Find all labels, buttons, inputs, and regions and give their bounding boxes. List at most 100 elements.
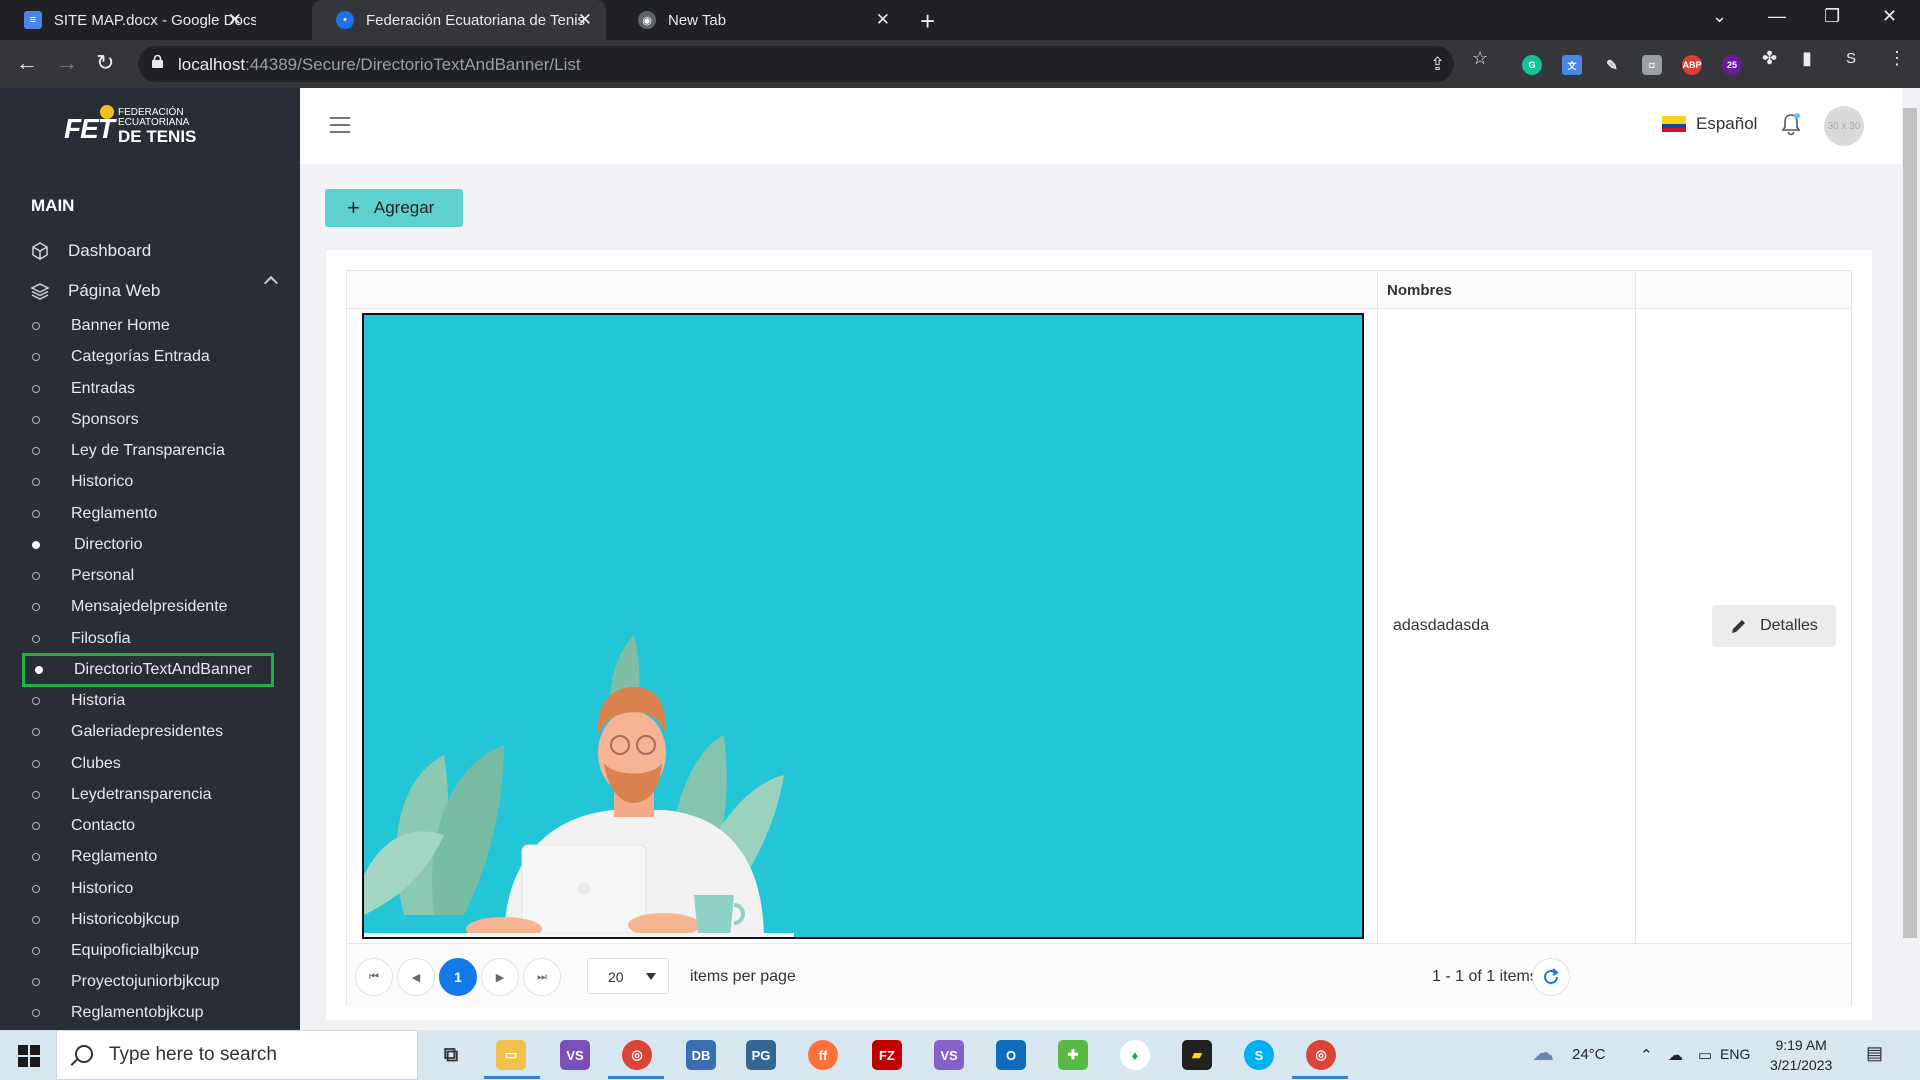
weather-temp[interactable]: 24°C — [1572, 1046, 1606, 1063]
next-page-icon[interactable]: ▶ — [481, 958, 519, 996]
notification-bell-icon[interactable] — [1780, 112, 1802, 136]
forward-icon[interactable]: → — [56, 50, 78, 76]
hamburger-menu-icon[interactable] — [330, 117, 350, 138]
tab-new-tab[interactable]: ◉ New Tab ✕ — [614, 0, 904, 40]
sidebar-subitem[interactable]: Entradas — [32, 377, 135, 401]
address-bar[interactable]: localhost:44389/Secure/DirectorioTextAnd… — [138, 46, 1454, 82]
camera-icon[interactable]: ◘ — [1642, 55, 1662, 75]
extension-badge-icon[interactable]: 25 — [1722, 55, 1742, 75]
sidebar-item-dashboard[interactable]: Dashboard — [30, 238, 151, 264]
sidebar-subitem[interactable]: Filosofia — [32, 627, 131, 651]
file-explorer-icon[interactable]: ▭ — [496, 1040, 526, 1070]
skype-icon[interactable]: S — [1244, 1040, 1274, 1070]
mongodb-icon[interactable]: ♦ — [1120, 1040, 1150, 1070]
sidebar-subitem[interactable]: Banner Home — [32, 314, 170, 338]
bookmark-star-icon[interactable]: ☆ — [1472, 48, 1488, 69]
more-menu-icon[interactable]: ⋮ — [1888, 48, 1906, 69]
tray-chevron-up-icon[interactable]: ⌃ — [1640, 1046, 1653, 1064]
user-avatar[interactable]: 30 x 30 — [1824, 106, 1864, 146]
visual-studio-2-icon[interactable]: VS — [934, 1040, 964, 1070]
sticky-notes-icon[interactable]: ▰ — [1182, 1040, 1212, 1070]
first-page-icon[interactable]: ⏮ — [355, 958, 393, 996]
sidebar-subitem[interactable]: Reglamentobjkcup — [32, 1001, 204, 1025]
sidebar-subitem[interactable]: Historia — [32, 689, 125, 713]
network-icon[interactable]: ▭ — [1698, 1046, 1712, 1064]
refresh-button[interactable] — [1532, 958, 1570, 996]
close-tab-icon[interactable]: ✕ — [876, 10, 890, 30]
restore-icon[interactable]: ❐ — [1824, 6, 1840, 27]
sidebar-subitem[interactable]: Historico — [32, 877, 133, 901]
grammarly-icon[interactable]: G — [1522, 55, 1542, 75]
reload-icon[interactable]: ↻ — [96, 50, 114, 76]
prev-page-icon[interactable]: ◀ — [397, 958, 435, 996]
sidebar-item-pagina-web[interactable]: Página Web — [30, 278, 160, 304]
chrome-profile-icon[interactable]: ◎ — [1306, 1040, 1336, 1070]
sidebar-subitem[interactable]: Proyectojuniorbjkcup — [32, 970, 220, 994]
sidebar-subitem[interactable]: Clubes — [32, 752, 121, 776]
clock[interactable]: 9:19 AM 3/21/2023 — [1770, 1035, 1832, 1075]
page-number-button[interactable]: 1 — [439, 958, 477, 996]
sidebar-subitem[interactable]: Ley de Transparencia — [32, 439, 225, 463]
sidebar-subitem[interactable]: Categorías Entrada — [32, 345, 210, 369]
bullet-icon — [32, 728, 40, 736]
tab-federacion[interactable]: • Federación Ecuatoriana de Tenis ✕ — [312, 0, 606, 40]
bullet-icon — [32, 947, 40, 955]
input-language[interactable]: ENG — [1720, 1046, 1750, 1062]
sidebar-subitem[interactable]: Reglamento — [32, 502, 157, 526]
sidebar-subitem[interactable]: Personal — [32, 564, 134, 588]
sidebar-subitem[interactable]: Reglamento — [32, 845, 157, 869]
filezilla-icon[interactable]: FZ — [872, 1040, 902, 1070]
close-tab-icon[interactable]: ✕ — [228, 10, 242, 30]
chrome-taskbar-icon[interactable]: ◎ — [622, 1040, 652, 1070]
notifications-icon[interactable]: ▤ — [1866, 1043, 1883, 1064]
last-page-icon[interactable]: ⏭ — [523, 958, 561, 996]
sidebar-subitem-directorio[interactable]: Directorio — [32, 533, 142, 557]
eyedropper-icon[interactable]: ✎ — [1602, 55, 1622, 75]
detalles-button[interactable]: Detalles — [1712, 605, 1836, 647]
task-view-icon[interactable]: ⧉ — [436, 1040, 466, 1070]
dev-tool-icon[interactable]: ✚ — [1058, 1040, 1088, 1070]
close-window-icon[interactable]: ✕ — [1882, 6, 1897, 27]
sidebar-subitem[interactable]: Contacto — [32, 814, 135, 838]
add-button[interactable]: + Agregar — [325, 189, 463, 227]
puzzle-extensions-icon[interactable]: ✤ — [1762, 48, 1777, 69]
subitem-label: Filosofia — [71, 630, 131, 647]
tab-search-icon[interactable]: ⌄ — [1712, 6, 1727, 27]
fet-logo[interactable]: FET FEDERACIÓN ECUATORIANA DE TENIS — [64, 103, 204, 147]
language-selector[interactable]: Español — [1662, 114, 1757, 134]
onedrive-icon[interactable]: ☁ — [1668, 1046, 1683, 1064]
minimize-icon[interactable]: — — [1768, 6, 1786, 27]
windows-start-icon[interactable] — [18, 1045, 40, 1067]
firefox-icon[interactable]: ff — [808, 1040, 838, 1070]
close-tab-icon[interactable]: ✕ — [578, 10, 592, 30]
grid-card: Nombres adasdadasda Detalles ⏮ ◀ 1 ▶ ⏭ 2… — [326, 250, 1872, 1020]
bullet-filled-icon — [32, 541, 40, 549]
page-scrollbar[interactable] — [1903, 108, 1917, 938]
column-header-nombres[interactable]: Nombres — [1387, 282, 1452, 299]
sidebar-subitem[interactable]: Sponsors — [32, 408, 139, 432]
sidebar-subitem[interactable]: Historicobjkcup — [32, 908, 179, 932]
sidebar-subitem[interactable]: Galeriadepresidentes — [32, 720, 223, 744]
sidebar-subitem[interactable]: Mensajedelpresidente — [32, 595, 228, 619]
sidebar-subitem[interactable]: Leydetransparencia — [32, 783, 212, 807]
sidebar-subitem[interactable]: Historico — [32, 470, 133, 494]
page-size-select[interactable]: 20 — [587, 958, 669, 994]
taskbar-search[interactable]: Type here to search — [56, 1030, 418, 1080]
postgres-icon[interactable]: PG — [746, 1040, 776, 1070]
sql-server-icon[interactable]: DB — [686, 1040, 716, 1070]
outlook-icon[interactable]: O — [996, 1040, 1026, 1070]
side-panel-icon[interactable]: ▮ — [1802, 48, 1812, 69]
refresh-icon — [1544, 968, 1559, 984]
sidebar-subitem[interactable]: Equipoficialbjkcup — [32, 939, 199, 963]
tab-google-docs[interactable]: ≡ SITE MAP.docx - Google Docs ✕ — [0, 0, 256, 40]
ecuador-flag-icon — [1662, 116, 1686, 132]
visual-studio-icon[interactable]: VS — [560, 1040, 590, 1070]
profile-avatar[interactable]: S — [1846, 50, 1856, 67]
new-tab-icon[interactable]: + — [920, 6, 935, 37]
translate-icon[interactable]: 文 — [1562, 55, 1582, 75]
sidebar-subitem-directoriotextandbanner[interactable]: DirectorioTextAndBanner — [22, 653, 274, 687]
back-icon[interactable]: ← — [16, 50, 38, 76]
share-icon[interactable]: ⇪ — [1430, 54, 1445, 75]
adblock-icon[interactable]: ABP — [1682, 55, 1702, 75]
chevron-up-icon[interactable] — [263, 275, 279, 291]
